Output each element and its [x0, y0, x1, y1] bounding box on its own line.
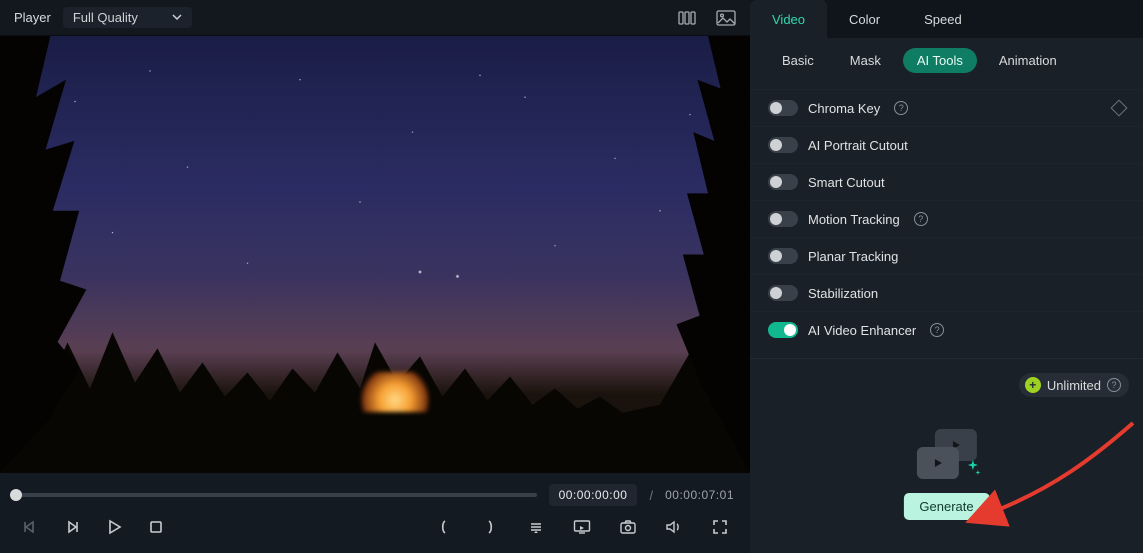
tool-label: Planar Tracking [808, 249, 898, 264]
tool-chroma-key: Chroma Key ? [750, 89, 1143, 126]
generate-thumbnail-icon [916, 429, 976, 479]
tab-color[interactable]: Color [827, 0, 902, 38]
plus-badge-icon: + [1025, 377, 1041, 393]
stop-button[interactable] [142, 513, 170, 541]
sparkle-icon [962, 458, 982, 481]
inspector-panel: Video Color Speed Basic Mask AI Tools An… [750, 0, 1143, 553]
tool-label: AI Portrait Cutout [808, 138, 908, 153]
play-button[interactable] [100, 513, 128, 541]
tab-speed[interactable]: Speed [902, 0, 984, 38]
compare-view-icon[interactable] [678, 10, 698, 26]
player-title: Player [14, 10, 51, 25]
tool-planar-tracking: Planar Tracking [750, 237, 1143, 274]
tool-stabilization: Stabilization [750, 274, 1143, 311]
fullscreen-button[interactable] [706, 513, 734, 541]
player-header: Player Full Quality [0, 0, 750, 36]
step-forward-button[interactable] [58, 513, 86, 541]
chevron-down-icon [172, 10, 182, 25]
sub-tab-bar: Basic Mask AI Tools Animation [750, 38, 1143, 89]
tool-label: Smart Cutout [808, 175, 885, 190]
duration-time: 00:00:07:01 [665, 488, 734, 502]
generate-button[interactable]: Generate [903, 493, 989, 520]
tool-motion-tracking: Motion Tracking ? [750, 200, 1143, 237]
preview-fire [360, 372, 430, 412]
time-separator: / [649, 488, 653, 503]
video-preview[interactable] [0, 36, 750, 473]
quality-label: Full Quality [73, 10, 138, 25]
player-pane: Player Full Quality [0, 0, 750, 553]
keyframe-icon[interactable] [1111, 100, 1128, 117]
toggle-planar-tracking[interactable] [768, 248, 798, 264]
mark-out-button[interactable] [476, 513, 504, 541]
quality-select[interactable]: Full Quality [63, 7, 192, 28]
toggle-ai-video-enhancer[interactable] [768, 322, 798, 338]
tool-smart-cutout: Smart Cutout [750, 163, 1143, 200]
image-preview-icon[interactable] [716, 10, 736, 26]
tool-label: Chroma Key [808, 101, 880, 116]
help-icon[interactable]: ? [914, 212, 928, 226]
current-time: 00:00:00:00 [549, 484, 638, 506]
more-options-button[interactable] [522, 513, 550, 541]
tool-ai-portrait-cutout: AI Portrait Cutout [750, 126, 1143, 163]
help-icon[interactable]: ? [894, 101, 908, 115]
generate-section: + Unlimited ? Generate [750, 358, 1143, 553]
tool-label: Motion Tracking [808, 212, 900, 227]
snapshot-button[interactable] [614, 513, 642, 541]
playback-display-button[interactable] [568, 513, 596, 541]
toggle-chroma-key[interactable] [768, 100, 798, 116]
tool-label: AI Video Enhancer [808, 323, 916, 338]
playhead[interactable] [10, 489, 22, 501]
player-controls: 00:00:00:00 / 00:00:07:01 [0, 473, 750, 553]
unlimited-label: Unlimited [1047, 378, 1101, 393]
sub-tab-mask[interactable]: Mask [836, 48, 895, 73]
timeline-scrubber[interactable] [16, 493, 537, 497]
help-icon[interactable]: ? [930, 323, 944, 337]
tool-label: Stabilization [808, 286, 878, 301]
tab-video[interactable]: Video [750, 0, 827, 38]
toggle-motion-tracking[interactable] [768, 211, 798, 227]
generate-center: Generate [903, 429, 989, 520]
volume-button[interactable] [660, 513, 688, 541]
unlimited-pill[interactable]: + Unlimited ? [1019, 373, 1129, 397]
help-icon: ? [1107, 378, 1121, 392]
mark-in-button[interactable] [430, 513, 458, 541]
thumb-front [916, 447, 958, 479]
top-tab-bar: Video Color Speed [750, 0, 1143, 38]
tool-ai-video-enhancer: AI Video Enhancer ? [750, 311, 1143, 348]
toggle-ai-portrait-cutout[interactable] [768, 137, 798, 153]
ai-tools-list: Chroma Key ? AI Portrait Cutout Smart Cu… [750, 89, 1143, 348]
step-back-button[interactable] [16, 513, 44, 541]
toggle-stabilization[interactable] [768, 285, 798, 301]
sub-tab-animation[interactable]: Animation [985, 48, 1071, 73]
toggle-smart-cutout[interactable] [768, 174, 798, 190]
sub-tab-basic[interactable]: Basic [768, 48, 828, 73]
sub-tab-ai-tools[interactable]: AI Tools [903, 48, 977, 73]
